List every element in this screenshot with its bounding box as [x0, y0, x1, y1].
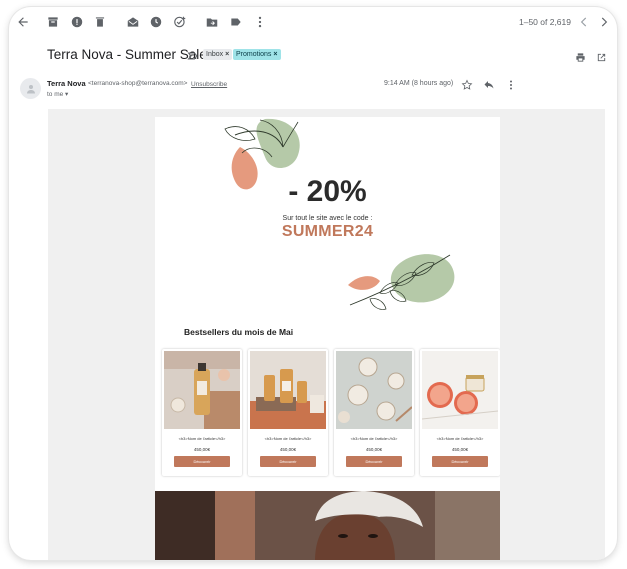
- pagination-count: 1–50 of 2,619: [519, 17, 571, 27]
- unsubscribe-link[interactable]: Unsubscribe: [191, 81, 227, 88]
- product-name: <h3>Nom de l'article</h3>: [264, 436, 312, 441]
- label-chip-name: Promotions: [236, 51, 272, 58]
- add-task-icon[interactable]: [173, 15, 187, 29]
- chevron-right-icon[interactable]: [597, 15, 611, 29]
- product-card[interactable]: <h3>Nom de l'article</h3> 450,00€ Découv…: [248, 349, 328, 476]
- archive-icon[interactable]: [46, 15, 60, 29]
- bestsellers-heading: Bestsellers du mois de Mai: [184, 327, 294, 337]
- label-icon[interactable]: [229, 15, 243, 29]
- discover-button[interactable]: Découvrir: [174, 456, 230, 467]
- chevron-left-icon[interactable]: [577, 15, 591, 29]
- message-more-icon[interactable]: [505, 78, 517, 90]
- delete-icon[interactable]: [93, 15, 107, 29]
- promo-code: SUMMER24: [281, 223, 374, 240]
- email-subject: Terra Nova - Summer Sale: [47, 47, 207, 62]
- leaf-illustration-bottom: [348, 254, 455, 310]
- label-chip-promotions: Promotions ×: [233, 49, 281, 60]
- product-image[interactable]: [250, 351, 326, 429]
- product-grid: <h3>Nom de l'article</h3> 450,00€ Découv…: [158, 349, 500, 479]
- recipient-details-toggle[interactable]: to me ▾: [47, 90, 68, 98]
- hero-photo: [155, 491, 500, 560]
- discover-button[interactable]: Découvrir: [260, 456, 316, 467]
- sender-name: Terra Nova: [47, 79, 86, 88]
- more-vert-icon[interactable]: [253, 15, 267, 29]
- avatar[interactable]: [20, 78, 41, 99]
- product-image[interactable]: [336, 351, 412, 429]
- product-price: 450,00€: [193, 447, 211, 452]
- product-price: 450,00€: [365, 447, 383, 452]
- discover-button[interactable]: Découvrir: [432, 456, 488, 467]
- product-name: <h3>Nom de l'article</h3>: [436, 436, 484, 441]
- promo-code-caption: Sur tout le site avec le code :: [282, 215, 373, 222]
- product-card[interactable]: <h3>Nom de l'article</h3> 450,00€ Découv…: [162, 349, 242, 476]
- discount-headline: - 20%: [288, 175, 367, 208]
- open-in-new-window-icon[interactable]: [596, 50, 607, 62]
- report-spam-icon[interactable]: [70, 15, 84, 29]
- discover-button[interactable]: Découvrir: [346, 456, 402, 467]
- product-name: <h3>Nom de l'article</h3>: [178, 436, 226, 441]
- product-image[interactable]: [422, 351, 498, 429]
- reply-icon[interactable]: [483, 78, 495, 90]
- star-icon[interactable]: [461, 78, 473, 90]
- message-toolbar: 1–50 of 2,619: [9, 7, 617, 39]
- product-card[interactable]: <h3>Nom de l'article</h3> 450,00€ Découv…: [334, 349, 414, 476]
- print-icon[interactable]: [575, 50, 586, 62]
- product-price: 450,00€: [451, 447, 469, 452]
- remove-label-button[interactable]: ×: [225, 51, 229, 58]
- back-arrow-icon[interactable]: [16, 15, 30, 29]
- remove-label-button[interactable]: ×: [273, 51, 277, 58]
- move-to-icon[interactable]: [205, 15, 219, 29]
- product-card[interactable]: <h3>Nom de l'article</h3> 450,00€ Découv…: [420, 349, 500, 476]
- label-chip-name: Inbox: [206, 51, 224, 58]
- product-image[interactable]: [164, 351, 240, 429]
- mark-unread-icon[interactable]: [126, 15, 140, 29]
- importance-marker-icon[interactable]: [187, 49, 199, 61]
- newsletter: - 20% Sur tout le site avec le code : SU…: [155, 117, 500, 560]
- product-name: <h3>Nom de l'article</h3>: [350, 436, 398, 441]
- label-chip-inbox: Inbox ×: [203, 49, 233, 60]
- message-time: 9:14 AM (8 hours ago): [384, 80, 454, 87]
- gmail-window: 1–50 of 2,619 Terra Nova - Summer Sale I…: [9, 7, 617, 560]
- product-price: 450,00€: [279, 447, 297, 452]
- snooze-icon[interactable]: [149, 15, 163, 29]
- sender-email: <terranova-shop@terranova.com>: [88, 80, 188, 87]
